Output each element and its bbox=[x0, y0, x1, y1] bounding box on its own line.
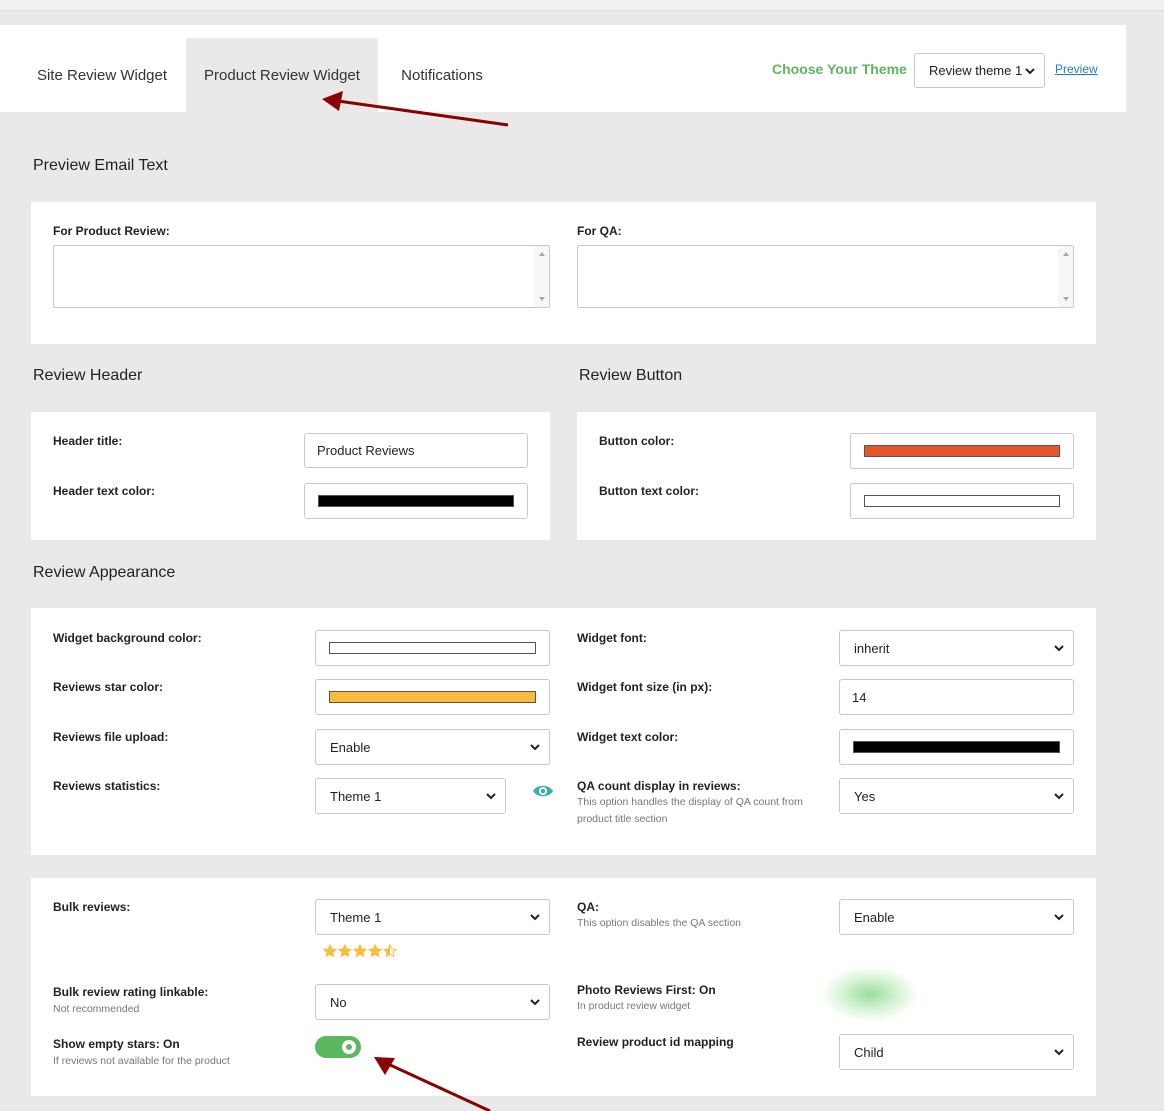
button-color-picker[interactable] bbox=[850, 433, 1074, 469]
qa-email-label: For QA: bbox=[577, 224, 622, 238]
bulk-linkable-description: Not recommended bbox=[53, 1003, 140, 1015]
star-icon bbox=[322, 943, 338, 958]
qa-email-textarea[interactable] bbox=[577, 245, 1074, 308]
choose-theme-label: Choose Your Theme bbox=[772, 61, 907, 77]
file-upload-select[interactable]: Enable bbox=[315, 729, 550, 765]
widget-bg-color-picker[interactable] bbox=[315, 630, 550, 666]
file-upload-value: Enable bbox=[330, 739, 371, 755]
chevron-down-icon bbox=[1025, 67, 1035, 74]
section-title-review-header: Review Header bbox=[33, 367, 143, 384]
widget-font-label: Widget font: bbox=[577, 631, 647, 645]
preview-email-card: For Product Review: For QA: bbox=[31, 202, 1096, 344]
color-swatch bbox=[329, 691, 536, 703]
header-title-label: Header title: bbox=[53, 434, 123, 448]
empty-stars-toggle[interactable] bbox=[315, 1036, 361, 1058]
widget-font-select[interactable]: inherit bbox=[839, 630, 1074, 666]
font-size-input[interactable]: 14 bbox=[839, 679, 1074, 715]
empty-stars-label: Show empty stars: On bbox=[53, 1037, 180, 1051]
theme-select-value: Review theme 1 bbox=[929, 63, 1023, 78]
header-text-color-label: Header text color: bbox=[53, 484, 156, 498]
review-appearance-card: Widget background color: Reviews star co… bbox=[31, 608, 1096, 855]
product-review-label: For Product Review: bbox=[53, 224, 170, 238]
star-icon bbox=[367, 943, 383, 958]
section-title-review-appearance: Review Appearance bbox=[33, 564, 176, 581]
bulk-reviews-select[interactable]: Theme 1 bbox=[315, 899, 550, 935]
header-title-input[interactable]: Product Reviews bbox=[304, 433, 528, 468]
color-swatch bbox=[329, 642, 536, 654]
color-swatch bbox=[853, 741, 1060, 753]
empty-stars-description: If reviews not available for the product bbox=[53, 1055, 230, 1067]
qa-count-description: This option handles the display of QA co… bbox=[577, 796, 803, 825]
qa-label: QA: bbox=[577, 900, 599, 914]
toggle-knob bbox=[342, 1040, 356, 1054]
eye-icon[interactable] bbox=[532, 783, 554, 799]
qa-value: Enable bbox=[854, 909, 895, 925]
statistics-value: Theme 1 bbox=[330, 788, 382, 804]
bulk-linkable-label: Bulk review rating linkable: bbox=[53, 985, 209, 999]
button-text-color-picker[interactable] bbox=[850, 483, 1074, 519]
widget-text-color-label: Widget text color: bbox=[577, 730, 679, 744]
qa-count-value: Yes bbox=[854, 788, 876, 804]
bulk-reviews-label: Bulk reviews: bbox=[53, 900, 131, 914]
widget-font-value: inherit bbox=[854, 640, 890, 656]
file-upload-label: Reviews file upload: bbox=[53, 730, 169, 744]
color-swatch bbox=[318, 495, 514, 507]
statistics-label: Reviews statistics: bbox=[53, 779, 161, 793]
font-size-label: Widget font size (in px): bbox=[577, 680, 713, 694]
review-button-card: Button color: Button text color: bbox=[577, 412, 1096, 540]
theme-select[interactable]: Review theme 1 bbox=[914, 53, 1045, 88]
button-color-label: Button color: bbox=[599, 434, 675, 448]
bulk-settings-card: Bulk reviews: Theme 1 Bulk review rating… bbox=[31, 878, 1096, 1096]
bulk-linkable-select[interactable]: No bbox=[315, 984, 550, 1020]
bulk-reviews-value: Theme 1 bbox=[330, 909, 382, 925]
qa-select[interactable]: Enable bbox=[839, 899, 1074, 935]
chevron-down-icon bbox=[1054, 645, 1064, 652]
chevron-down-icon bbox=[530, 744, 540, 751]
id-mapping-select[interactable]: Child bbox=[839, 1034, 1074, 1070]
star-color-label: Reviews star color: bbox=[53, 680, 164, 694]
star-icon bbox=[352, 943, 368, 958]
tab-bar: Site Review Widget Product Review Widget… bbox=[0, 25, 1126, 112]
review-header-card: Header title: Product Reviews Header tex… bbox=[31, 412, 550, 540]
qa-count-label: QA count display in reviews: bbox=[577, 779, 741, 793]
star-color-picker[interactable] bbox=[315, 679, 550, 715]
product-review-textarea[interactable] bbox=[53, 245, 550, 308]
chevron-down-icon bbox=[530, 999, 540, 1006]
id-mapping-value: Child bbox=[854, 1044, 884, 1060]
qa-count-select[interactable]: Yes bbox=[839, 778, 1074, 814]
chevron-down-icon bbox=[530, 914, 540, 921]
preview-link[interactable]: Preview bbox=[1055, 62, 1098, 76]
header-text-color-picker[interactable] bbox=[304, 483, 528, 519]
statistics-select[interactable]: Theme 1 bbox=[315, 778, 506, 814]
id-mapping-label: Review product id mapping bbox=[577, 1035, 734, 1049]
top-strip bbox=[0, 0, 1164, 11]
star-rating-preview bbox=[322, 943, 398, 958]
tab-site-review-widget[interactable]: Site Review Widget bbox=[22, 38, 182, 112]
section-title-review-button: Review Button bbox=[579, 367, 683, 384]
tab-notifications[interactable]: Notifications bbox=[380, 38, 504, 112]
widget-text-color-picker[interactable] bbox=[839, 729, 1074, 765]
section-title-preview-email: Preview Email Text bbox=[33, 157, 168, 174]
tab-product-review-widget[interactable]: Product Review Widget bbox=[186, 38, 378, 112]
color-swatch bbox=[864, 495, 1060, 507]
color-swatch bbox=[864, 445, 1060, 457]
photo-first-toggle-blurred[interactable] bbox=[820, 966, 920, 1022]
star-icon bbox=[337, 943, 353, 958]
scrollbar[interactable] bbox=[534, 246, 549, 307]
star-icon bbox=[382, 943, 398, 958]
photo-first-label: Photo Reviews First: On bbox=[577, 983, 716, 997]
scrollbar[interactable] bbox=[1058, 246, 1073, 307]
button-text-color-label: Button text color: bbox=[599, 484, 699, 498]
chevron-down-icon bbox=[486, 793, 496, 800]
qa-description: This option disables the QA section bbox=[577, 917, 742, 929]
widget-bg-color-label: Widget background color: bbox=[53, 631, 202, 645]
photo-first-description: In product review widget bbox=[577, 1000, 691, 1012]
chevron-down-icon bbox=[1054, 793, 1064, 800]
chevron-down-icon bbox=[1054, 1049, 1064, 1056]
chevron-down-icon bbox=[1054, 914, 1064, 921]
bulk-linkable-value: No bbox=[330, 994, 347, 1010]
